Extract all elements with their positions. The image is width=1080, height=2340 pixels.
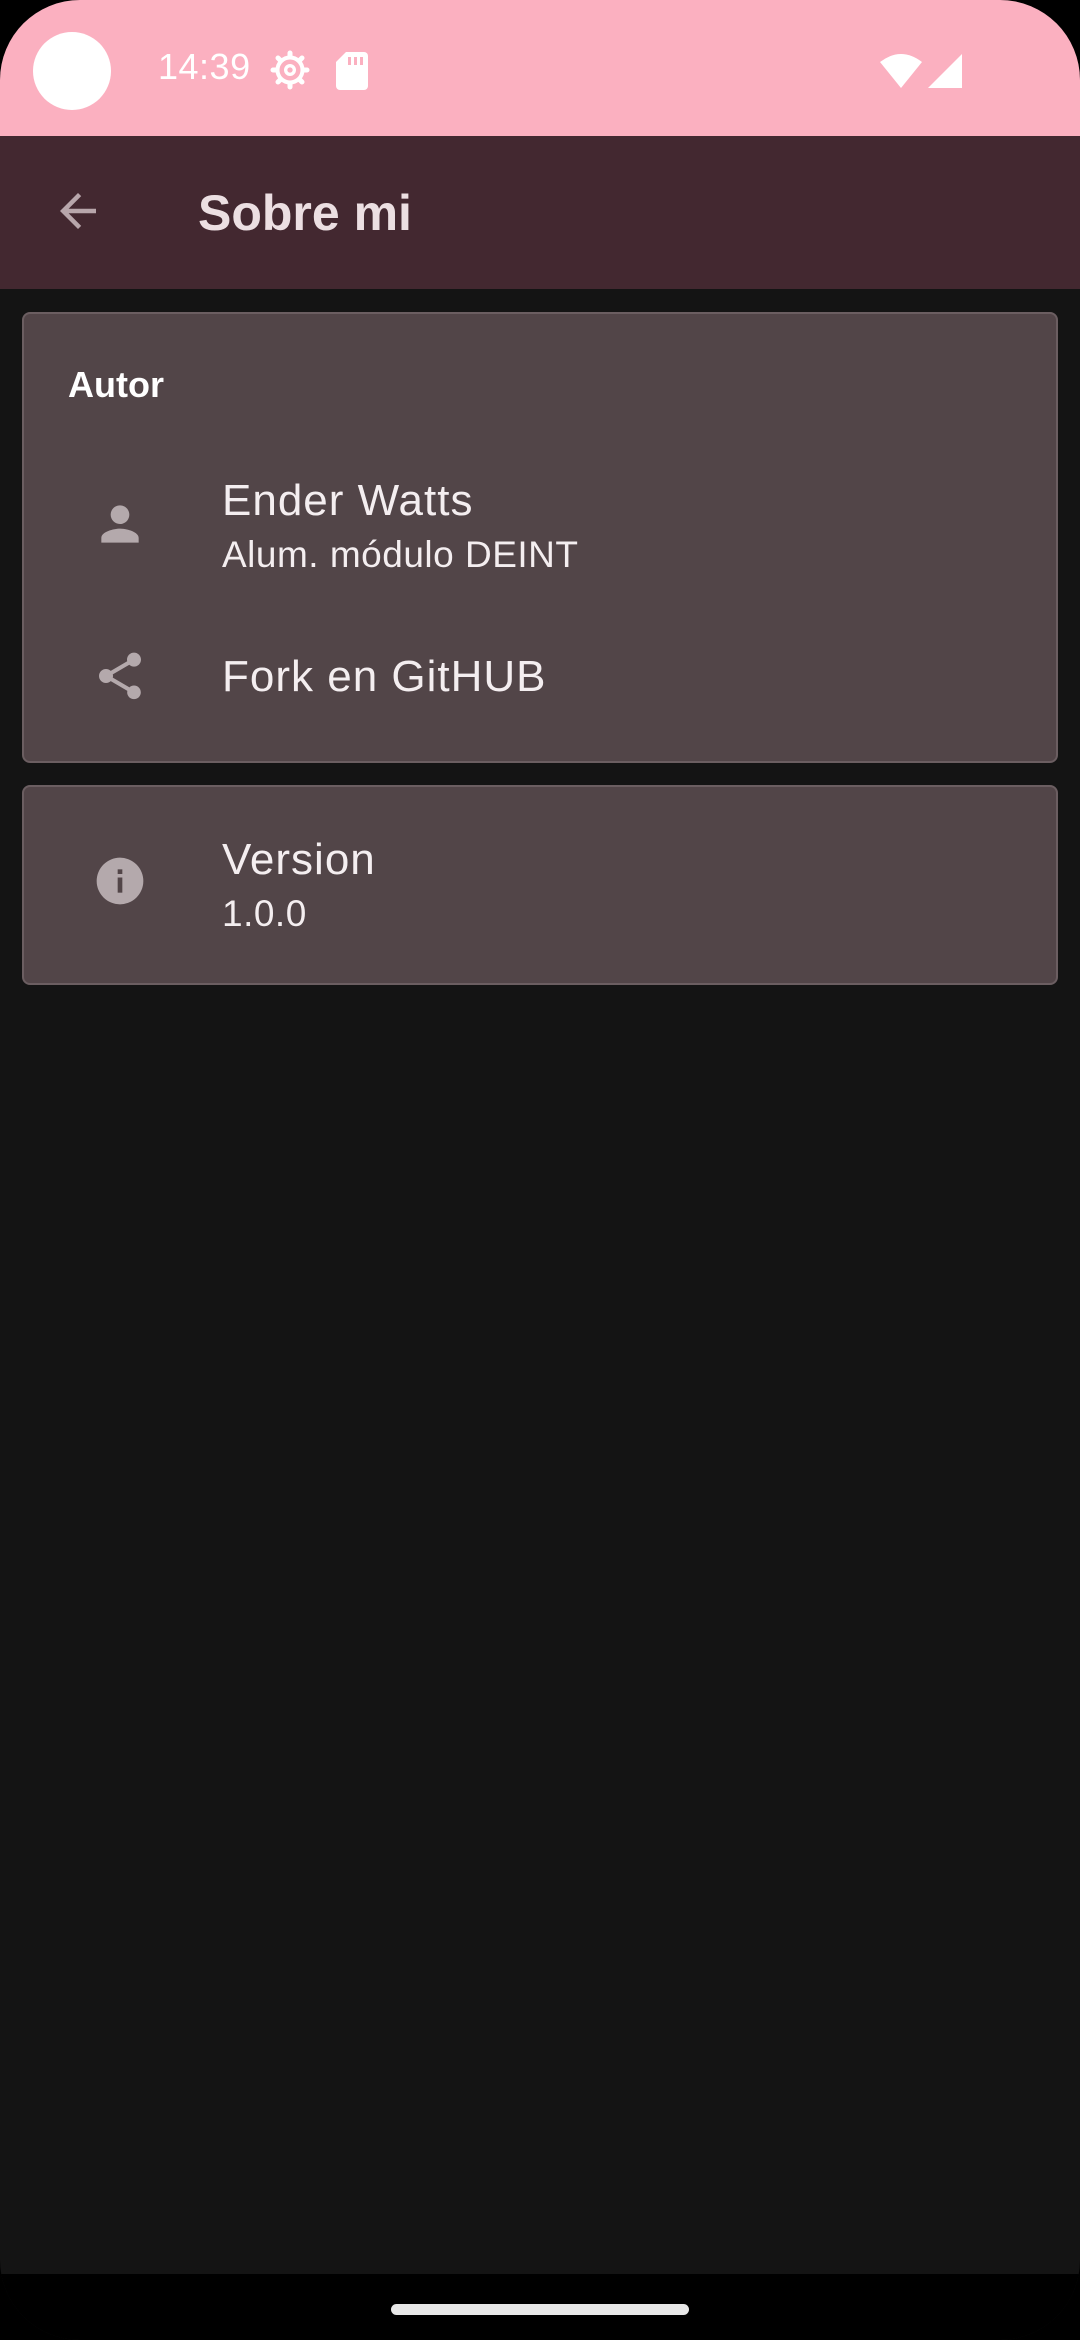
camera-cutout (33, 32, 111, 110)
status-bar: 14:39 (0, 0, 1080, 136)
section-title-autor: Autor (68, 364, 164, 405)
share-icon (92, 648, 148, 704)
version-row[interactable]: Version 1.0.0 (24, 807, 1056, 957)
version-card: Version 1.0.0 (22, 785, 1058, 985)
person-icon (92, 496, 148, 552)
author-card: Autor Ender Watts Alum. módulo DEINT For… (22, 312, 1058, 763)
settings-gear-icon (270, 50, 310, 95)
author-role: Alum. módulo DEINT (222, 534, 579, 575)
info-icon (92, 853, 148, 909)
page-title: Sobre mi (198, 185, 412, 241)
cell-signal-icon (928, 54, 962, 93)
app-bar: Sobre mi (0, 136, 1080, 289)
arrow-back-icon (51, 184, 105, 243)
author-row[interactable]: Ender Watts Alum. módulo DEINT (24, 464, 1056, 594)
fork-github-row[interactable]: Fork en GitHUB (24, 634, 1056, 734)
wifi-icon (880, 54, 922, 93)
fork-github-label: Fork en GitHUB (222, 652, 547, 701)
version-number: 1.0.0 (222, 893, 307, 934)
back-button[interactable] (36, 171, 120, 255)
gesture-nav-bar (0, 2274, 1080, 2340)
sd-card-icon (336, 52, 368, 95)
author-name: Ender Watts (222, 476, 474, 525)
home-indicator[interactable] (391, 2304, 689, 2315)
app-screen: 14:39 Sobre mi Autor Ender Watts Alum. m… (0, 0, 1080, 2340)
status-time: 14:39 (158, 46, 251, 87)
version-title: Version (222, 835, 376, 884)
